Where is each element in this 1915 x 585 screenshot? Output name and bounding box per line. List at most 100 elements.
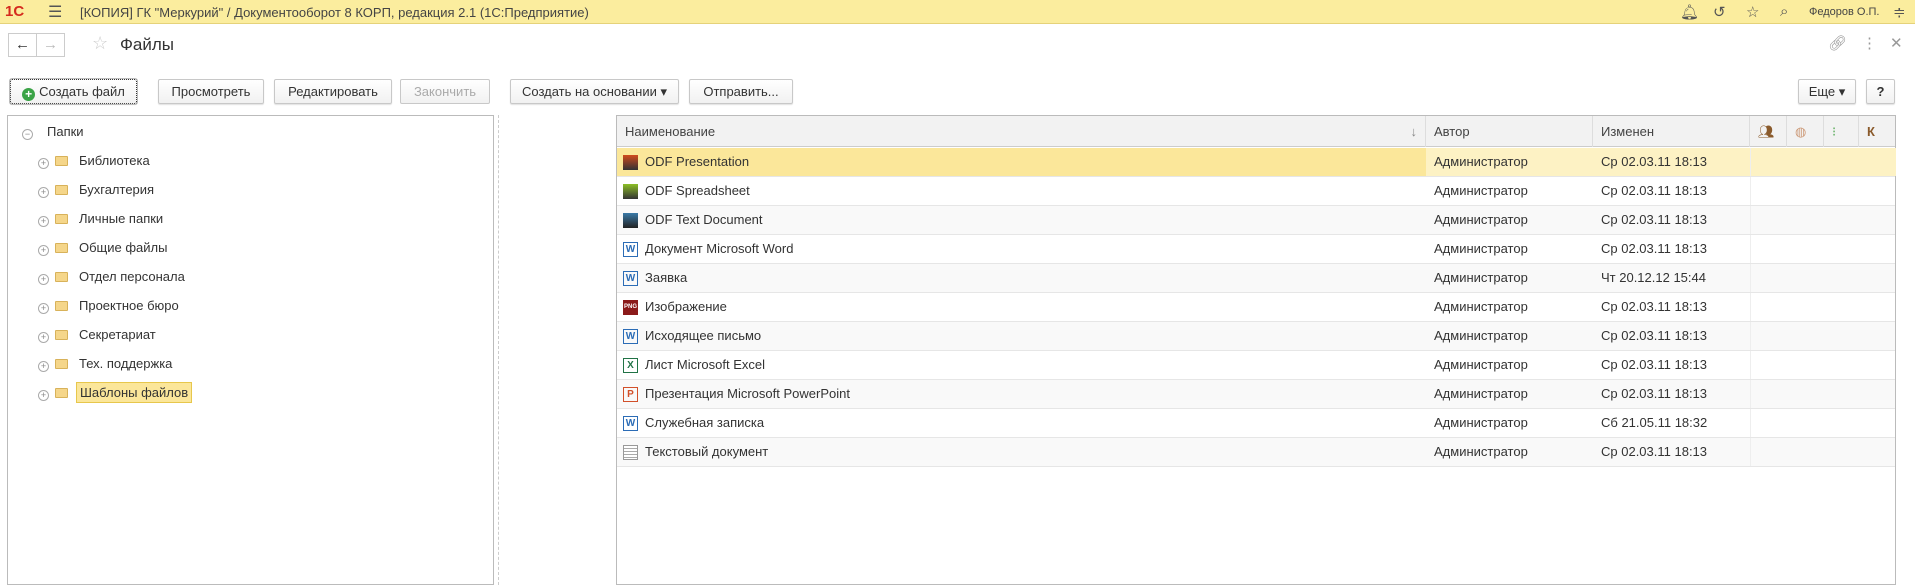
expand-icon[interactable]: + xyxy=(38,303,49,314)
menu-icon[interactable]: ☰ xyxy=(48,2,62,22)
cell-name: Презентация Microsoft PowerPoint xyxy=(645,386,850,401)
view-button[interactable]: Просмотреть xyxy=(158,79,264,104)
cell-changed: Ср 02.03.11 18:13 xyxy=(1601,444,1708,459)
files-table: Наименование ↓ Автор Изменен 👥︎ ◍ ⁝ К ODF… xyxy=(616,115,1896,585)
cell-author: Администратор xyxy=(1434,212,1528,227)
p-file-icon: P xyxy=(623,387,638,402)
tree-item[interactable]: + Личные папки xyxy=(38,207,166,231)
splitter[interactable] xyxy=(498,115,499,585)
column-participants-icon[interactable]: 👥︎ xyxy=(1750,116,1787,147)
expand-icon[interactable]: + xyxy=(38,158,49,169)
history-icon[interactable]: ↺ xyxy=(1713,3,1726,21)
title-bar: 1С ☰ [КОПИЯ] ГК "Меркурий" / Документооб… xyxy=(0,0,1915,24)
tree-item[interactable]: + Секретариат xyxy=(38,323,159,347)
cell-author: Администратор xyxy=(1434,241,1528,256)
cell-changed: Чт 20.12.12 15:44 xyxy=(1601,270,1706,285)
search-icon[interactable]: ⌕ xyxy=(1780,3,1788,20)
cell-flags xyxy=(1750,177,1896,205)
table-row[interactable]: X Лист Microsoft Excel Администратор Ср … xyxy=(617,351,1895,380)
tree-item-label: Шаблоны файлов xyxy=(76,382,193,403)
forward-button[interactable]: → xyxy=(36,33,65,57)
tree-item[interactable]: + Бухгалтерия xyxy=(38,178,157,202)
folder-icon xyxy=(55,243,68,253)
collapse-icon[interactable]: − xyxy=(22,129,33,140)
cell-author: Администратор xyxy=(1434,386,1528,401)
send-button[interactable]: Отправить... xyxy=(689,79,793,104)
user-name[interactable]: Федоров О.П. xyxy=(1809,6,1880,18)
cell-name: Текстовый документ xyxy=(645,444,769,459)
table-row[interactable]: ODF Text Document Администратор Ср 02.03… xyxy=(617,206,1895,235)
settings-menu-icon[interactable]: ≑ xyxy=(1893,3,1906,21)
tree-item[interactable]: + Тех. поддержка xyxy=(38,352,175,376)
txt-file-icon xyxy=(623,445,638,460)
column-k[interactable]: К xyxy=(1859,116,1896,147)
tree-item[interactable]: + Шаблоны файлов xyxy=(38,381,193,405)
folder-icon xyxy=(55,185,68,195)
png-file-icon: PNG xyxy=(623,300,638,315)
bell-icon[interactable]: 🔔︎ xyxy=(1680,3,1699,21)
1c-logo: 1С xyxy=(5,3,25,20)
column-name[interactable]: Наименование ↓ xyxy=(617,116,1426,147)
tree-item[interactable]: + Общие файлы xyxy=(38,236,170,260)
help-button[interactable]: ? xyxy=(1866,79,1895,104)
odp-file-icon xyxy=(623,155,638,170)
close-icon[interactable]: ✕ xyxy=(1890,34,1903,52)
cell-name: ODF Presentation xyxy=(645,154,750,169)
create-based-on-button[interactable]: Создать на основании ▾ xyxy=(510,79,679,104)
table-row[interactable]: W Исходящее письмо Администратор Ср 02.0… xyxy=(617,322,1895,351)
folder-icon xyxy=(55,272,68,282)
cell-changed: Ср 02.03.11 18:13 xyxy=(1601,241,1708,256)
tree-item[interactable]: + Библиотека xyxy=(38,149,153,173)
expand-icon[interactable]: + xyxy=(38,390,49,401)
folder-icon xyxy=(55,301,68,311)
table-row[interactable]: PNG Изображение Администратор Ср 02.03.1… xyxy=(617,293,1895,322)
cell-changed: Ср 02.03.11 18:13 xyxy=(1601,357,1708,372)
expand-icon[interactable]: + xyxy=(38,187,49,198)
create-file-button[interactable]: + Создать файл xyxy=(9,78,138,105)
column-author[interactable]: Автор xyxy=(1426,116,1593,147)
link-icon[interactable]: 🔗︎ xyxy=(1828,34,1847,52)
column-changed[interactable]: Изменен xyxy=(1593,116,1750,147)
table-row[interactable]: W Документ Microsoft Word Администратор … xyxy=(617,235,1895,264)
table-row[interactable]: W Служебная записка Администратор Сб 21.… xyxy=(617,409,1895,438)
w-file-icon: W xyxy=(623,271,638,286)
tree-root-label: Папки xyxy=(47,124,84,139)
cell-name: Изображение xyxy=(645,299,727,314)
cell-name: Заявка xyxy=(645,270,688,285)
tree-root[interactable]: − Папки xyxy=(22,124,84,140)
table-row[interactable]: ODF Spreadsheet Администратор Ср 02.03.1… xyxy=(617,177,1895,206)
column-discussion-icon[interactable]: ◍ xyxy=(1787,116,1824,147)
favorites-icon[interactable]: ☆ xyxy=(1746,3,1759,21)
edit-button[interactable]: Редактировать xyxy=(274,79,392,104)
tree-item[interactable]: + Отдел персонала xyxy=(38,265,188,289)
more-button[interactable]: Еще ▾ xyxy=(1798,79,1856,104)
cell-flags xyxy=(1750,206,1896,234)
cell-changed: Ср 02.03.11 18:13 xyxy=(1601,386,1708,401)
column-structure-icon[interactable]: ⁝ xyxy=(1824,116,1859,147)
table-row[interactable]: ODF Presentation Администратор Ср 02.03.… xyxy=(617,148,1896,177)
tree-item-label: Личные папки xyxy=(79,211,164,226)
back-button[interactable]: ← xyxy=(8,33,37,57)
cell-name: Лист Microsoft Excel xyxy=(645,357,765,372)
tree-item-label: Общие файлы xyxy=(79,240,168,255)
finish-button[interactable]: Закончить xyxy=(400,79,490,104)
table-row[interactable]: Текстовый документ Администратор Ср 02.0… xyxy=(617,438,1895,467)
table-row[interactable]: W Заявка Администратор Чт 20.12.12 15:44 xyxy=(617,264,1895,293)
tree-item[interactable]: + Проектное бюро xyxy=(38,294,182,318)
w-file-icon: W xyxy=(623,242,638,257)
table-row[interactable]: P Презентация Microsoft PowerPoint Админ… xyxy=(617,380,1895,409)
tree-item-label: Отдел персонала xyxy=(79,269,185,284)
cell-flags xyxy=(1750,438,1896,466)
cell-author: Администратор xyxy=(1426,148,1593,176)
expand-icon[interactable]: + xyxy=(38,361,49,372)
more-vertical-icon[interactable]: ⋮ xyxy=(1862,34,1877,52)
cell-flags xyxy=(1750,235,1896,263)
favorite-star-icon[interactable]: ☆ xyxy=(92,33,108,54)
expand-icon[interactable]: + xyxy=(38,245,49,256)
expand-icon[interactable]: + xyxy=(38,332,49,343)
folder-icon xyxy=(55,214,68,224)
cell-changed: Ср 02.03.11 18:13 xyxy=(1601,328,1708,343)
expand-icon[interactable]: + xyxy=(38,216,49,227)
expand-icon[interactable]: + xyxy=(38,274,49,285)
sort-arrow-icon: ↓ xyxy=(1410,124,1418,139)
